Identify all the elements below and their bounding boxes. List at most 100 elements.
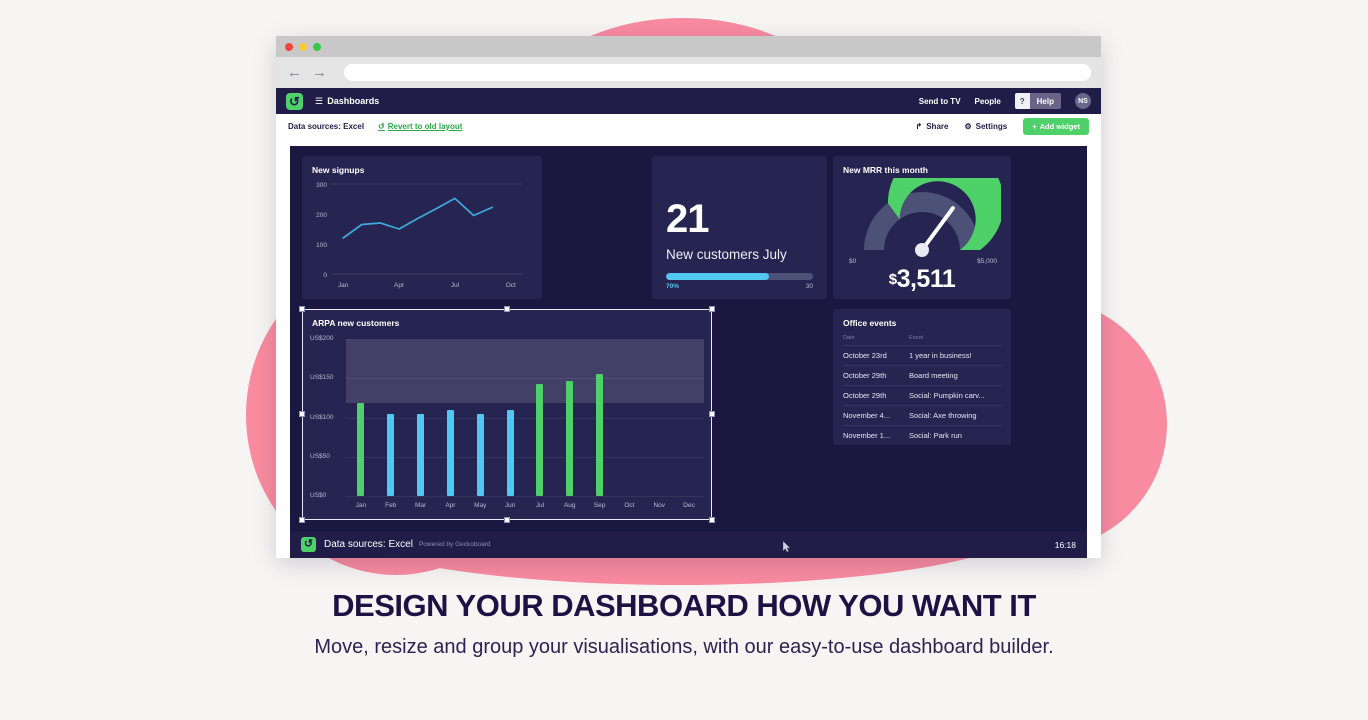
- share-button[interactable]: ↱ Share: [916, 122, 949, 131]
- footer-clock: 16:18: [1054, 539, 1076, 550]
- revert-label: Revert to old layout: [387, 122, 463, 131]
- grid-line: [346, 417, 704, 419]
- x-axis-tick-label: Dec: [683, 502, 695, 509]
- currency-symbol: $: [888, 271, 897, 288]
- widget-new-customers[interactable]: 21 New customers July 70% 30: [652, 156, 827, 299]
- event-name: Board meeting: [909, 371, 958, 380]
- event-name: 1 year in business!: [909, 351, 972, 360]
- browser-titlebar: [276, 36, 1101, 57]
- add-widget-button[interactable]: + Add widget: [1023, 118, 1089, 135]
- resize-handle-bottom-center[interactable]: [504, 517, 510, 523]
- revert-to-old-layout-link[interactable]: ↺ Revert to old layout: [378, 122, 462, 131]
- event-name: Social: Park run: [909, 431, 962, 440]
- widget-office-events[interactable]: Office events Date Event October 23rd 1 y…: [833, 309, 1011, 445]
- navbar-right-group: Send to TV People ? Help NS: [919, 93, 1091, 109]
- widget-new-signups[interactable]: New signups 0 100 200 300 Jan Apr Jul Oct: [302, 156, 542, 299]
- gauge-value-number: 3,511: [896, 265, 956, 293]
- column-header-event: Event: [909, 335, 924, 341]
- table-row: October 29th Social: Pumpkin carv...: [843, 385, 1001, 405]
- resize-handle-bottom-left[interactable]: [299, 517, 305, 523]
- dashboard-canvas: New signups 0 100 200 300 Jan Apr Jul Oct 21 Ne…: [276, 139, 1101, 558]
- svg-text:300: 300: [316, 182, 327, 189]
- x-axis-tick-label: Apr: [445, 502, 456, 509]
- event-date: October 23rd: [843, 351, 887, 360]
- resize-handle-middle-left[interactable]: [299, 411, 305, 417]
- address-bar-input[interactable]: [344, 64, 1091, 81]
- svg-text:0: 0: [323, 272, 327, 279]
- column-header-date: Date: [843, 335, 855, 341]
- table-row: November 4... Social: Axe throwing: [843, 405, 1001, 425]
- forward-arrow-icon[interactable]: →: [311, 65, 328, 80]
- svg-text:Apr: Apr: [394, 282, 405, 289]
- progress-target-label: 30: [805, 283, 813, 290]
- resize-handle-bottom-right[interactable]: [709, 517, 715, 523]
- big-number-value: 21: [666, 197, 710, 241]
- footer-powered-by: Powered by Geckoboard: [418, 541, 491, 548]
- progress-labels: 70% 30: [666, 283, 813, 290]
- bar: [387, 413, 395, 496]
- hamburger-menu-icon[interactable]: ☰: [315, 96, 323, 107]
- line-chart: 0 100 200 300 Jan Apr Jul Oct: [316, 182, 522, 289]
- progress-percent-label: 70%: [666, 283, 680, 290]
- nav-title-dashboards[interactable]: Dashboards: [327, 96, 379, 106]
- page-subtitle: Move, resize and group your visualisatio…: [314, 636, 1054, 658]
- y-axis-tick-label: US$150: [310, 374, 334, 382]
- x-axis-tick-label: Jun: [504, 502, 516, 509]
- gauge-chart: [864, 178, 1001, 257]
- nav-item-people[interactable]: People: [975, 97, 1001, 106]
- gauge-min-label: $0: [849, 258, 857, 265]
- svg-text:Jul: Jul: [451, 282, 460, 289]
- widget-arpa-new-customers[interactable]: ARPA new customers US$0 US$50 US$100 US$150…: [302, 309, 712, 520]
- subbar-actions: ↱ Share ⚙ Settings + Add widget: [916, 118, 1089, 135]
- help-label[interactable]: Help: [1029, 93, 1061, 109]
- grid-line: [346, 378, 704, 380]
- event-name: Social: Pumpkin carv...: [909, 391, 985, 400]
- page-title: DESIGN YOUR DASHBOARD HOW YOU WANT IT: [332, 588, 1036, 623]
- resize-handle-top-center[interactable]: [504, 306, 510, 312]
- gear-icon: ⚙: [964, 122, 972, 131]
- minimize-window-icon[interactable]: [299, 42, 307, 51]
- help-pill[interactable]: ? Help: [1014, 93, 1061, 109]
- event-date: November 1...: [843, 431, 891, 440]
- nav-item-send-to-tv[interactable]: Send to TV: [919, 97, 961, 106]
- x-axis-tick-label: Jul: [535, 502, 545, 509]
- share-label: Share: [926, 122, 949, 131]
- progress-bar-track: [666, 273, 813, 280]
- gauge-max-label: $5,000: [977, 258, 997, 265]
- avatar[interactable]: NS: [1075, 93, 1091, 109]
- x-axis-tick-label: Aug: [563, 502, 576, 509]
- question-mark-icon[interactable]: ?: [1014, 93, 1030, 109]
- geckoboard-logo-icon: ↺: [301, 537, 316, 552]
- resize-handle-top-left[interactable]: [299, 306, 305, 312]
- maximize-window-icon[interactable]: [313, 42, 321, 51]
- browser-window: ← → ↺ ☰ Dashboards Send to TV People ? H…: [276, 36, 1101, 558]
- highlight-band: [346, 339, 704, 404]
- grid-line: [346, 496, 704, 497]
- table-row: November 1... Social: Park run: [843, 425, 1001, 445]
- y-axis-tick-label: US$0: [310, 492, 327, 499]
- bar: [566, 381, 574, 496]
- widget-new-mrr[interactable]: New MRR this month $0 $5,000 $3,511: [833, 156, 1011, 299]
- mouse-cursor-icon: [783, 541, 791, 552]
- resize-handle-middle-right[interactable]: [709, 411, 715, 417]
- y-axis-tick-label: US$50: [310, 452, 330, 460]
- footer-data-sources: Data sources: Excel: [324, 539, 413, 550]
- settings-button[interactable]: ⚙ Settings: [964, 122, 1007, 131]
- x-axis-tick-label: Oct: [624, 502, 635, 509]
- x-axis-tick-label: Feb: [385, 502, 397, 509]
- x-axis-tick-label: May: [474, 502, 487, 509]
- resize-handle-top-right[interactable]: [709, 306, 715, 312]
- geckoboard-app: ↺ ☰ Dashboards Send to TV People ? Help …: [276, 88, 1101, 558]
- table-row: October 29th Board meeting: [843, 365, 1001, 385]
- widget-title: New signups: [312, 165, 365, 175]
- gauge-value: $3,511: [833, 265, 1011, 294]
- close-window-icon[interactable]: [285, 42, 293, 51]
- event-date: November 4...: [843, 411, 891, 420]
- progress-bar-fill: [666, 273, 769, 280]
- bar: [536, 383, 544, 496]
- bar: [506, 409, 514, 496]
- page-root: ← → ↺ ☰ Dashboards Send to TV People ? H…: [0, 0, 1368, 720]
- table-header-row: Date Event: [843, 335, 1001, 345]
- back-arrow-icon[interactable]: ←: [286, 65, 303, 80]
- event-date: October 29th: [843, 371, 887, 380]
